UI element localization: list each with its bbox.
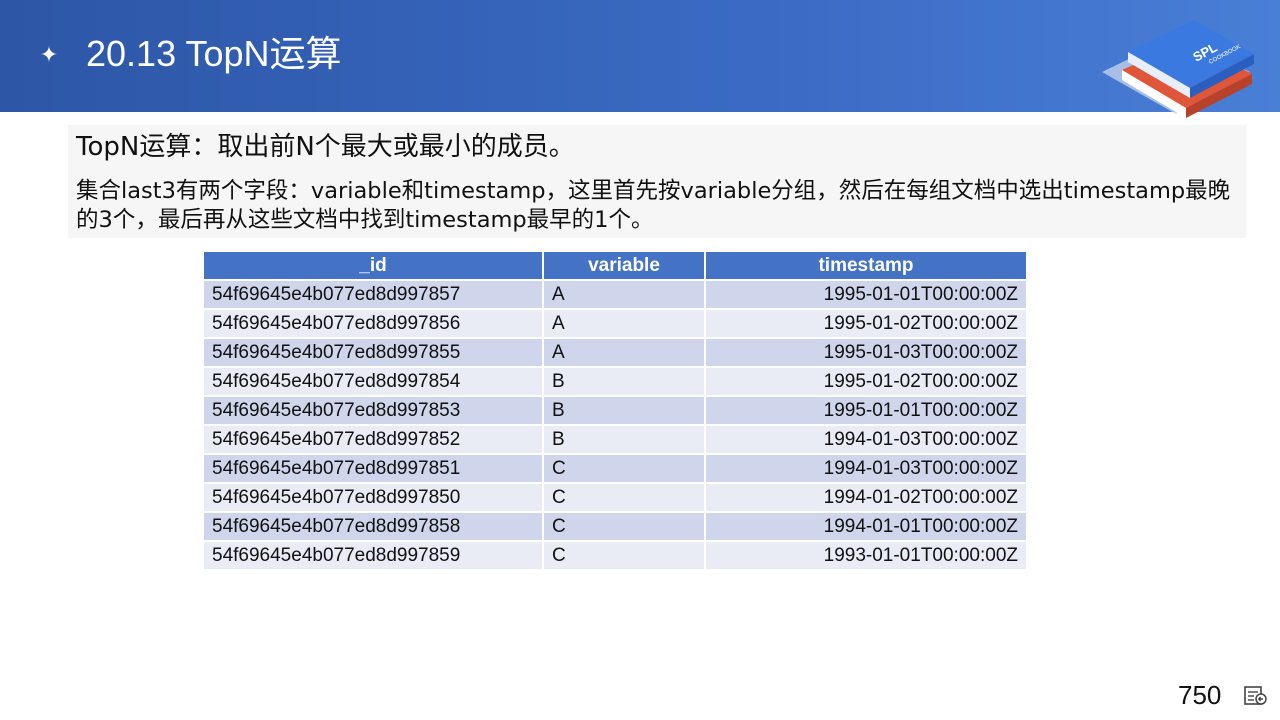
cell-timestamp: 1994-01-03T00:00:00Z [705, 453, 1026, 483]
cell-timestamp: 1994-01-02T00:00:00Z [705, 482, 1026, 512]
cell-timestamp: 1994-01-01T00:00:00Z [705, 511, 1026, 541]
star-bullet-icon: ✦ [39, 43, 59, 68]
table-row: 54f69645e4b077ed8d997858 C 1994-01-01T00… [204, 511, 1026, 541]
cell-id: 54f69645e4b077ed8d997850 [204, 482, 544, 512]
cell-variable: B [543, 424, 706, 454]
cell-timestamp: 1993-01-01T00:00:00Z [705, 540, 1026, 569]
slide-title: 20.13 TopN运算 [86, 33, 342, 74]
description-text: 集合last3有两个字段：variable和timestamp，这里首先按var… [76, 178, 1231, 233]
description-heading: TopN运算：取出前N个最大或最小的成员。 [76, 132, 575, 162]
cell-variable: B [543, 366, 706, 396]
table-header-row: _id variable timestamp [204, 252, 1026, 280]
cell-timestamp: 1995-01-01T00:00:00Z [705, 395, 1026, 425]
table-row: 54f69645e4b077ed8d997850 C 1994-01-02T00… [204, 482, 1026, 512]
table-row: 54f69645e4b077ed8d997854 B 1995-01-02T00… [204, 366, 1026, 396]
column-header-timestamp: timestamp [705, 252, 1026, 280]
cell-variable: C [543, 453, 706, 483]
cell-timestamp: 1995-01-02T00:00:00Z [705, 308, 1026, 338]
cell-variable: C [543, 482, 706, 512]
table-row: 54f69645e4b077ed8d997852 B 1994-01-03T00… [204, 424, 1026, 454]
cell-variable: C [543, 540, 706, 569]
cell-id: 54f69645e4b077ed8d997853 [204, 395, 544, 425]
cell-timestamp: 1995-01-02T00:00:00Z [705, 366, 1026, 396]
table-row: 54f69645e4b077ed8d997855 A 1995-01-03T00… [204, 337, 1026, 367]
cell-timestamp: 1995-01-01T00:00:00Z [705, 279, 1026, 309]
table-row: 54f69645e4b077ed8d997851 C 1994-01-03T00… [204, 453, 1026, 483]
table-row: 54f69645e4b077ed8d997853 B 1995-01-01T00… [204, 395, 1026, 425]
cell-id: 54f69645e4b077ed8d997852 [204, 424, 544, 454]
slide-header: ✦ 20.13 TopN运算 SPL COOKBOOK [0, 0, 1280, 118]
column-header-variable: variable [543, 252, 706, 280]
cell-id: 54f69645e4b077ed8d997851 [204, 453, 544, 483]
cell-id: 54f69645e4b077ed8d997859 [204, 540, 544, 569]
cell-variable: A [543, 337, 706, 367]
cell-variable: B [543, 395, 706, 425]
cell-variable: A [543, 308, 706, 338]
notes-icon[interactable] [1244, 686, 1268, 706]
description-box: TopN运算：取出前N个最大或最小的成员。 集合last3有两个字段：varia… [68, 125, 1246, 238]
cell-timestamp: 1995-01-03T00:00:00Z [705, 337, 1026, 367]
cell-id: 54f69645e4b077ed8d997856 [204, 308, 544, 338]
cell-id: 54f69645e4b077ed8d997857 [204, 279, 544, 309]
table-row: 54f69645e4b077ed8d997859 C 1993-01-01T00… [204, 540, 1026, 569]
table-row: 54f69645e4b077ed8d997856 A 1995-01-02T00… [204, 308, 1026, 338]
data-table: _id variable timestamp 54f69645e4b077ed8… [204, 252, 1026, 569]
cell-id: 54f69645e4b077ed8d997854 [204, 366, 544, 396]
cell-id: 54f69645e4b077ed8d997858 [204, 511, 544, 541]
spl-cookbook-logo: SPL COOKBOOK [1102, 20, 1254, 118]
cell-variable: A [543, 279, 706, 309]
cell-variable: C [543, 511, 706, 541]
page-number: 750 [1178, 680, 1222, 710]
cell-timestamp: 1994-01-03T00:00:00Z [705, 424, 1026, 454]
table-row: 54f69645e4b077ed8d997857 A 1995-01-01T00… [204, 279, 1026, 309]
column-header-id: _id [204, 252, 544, 280]
cell-id: 54f69645e4b077ed8d997855 [204, 337, 544, 367]
